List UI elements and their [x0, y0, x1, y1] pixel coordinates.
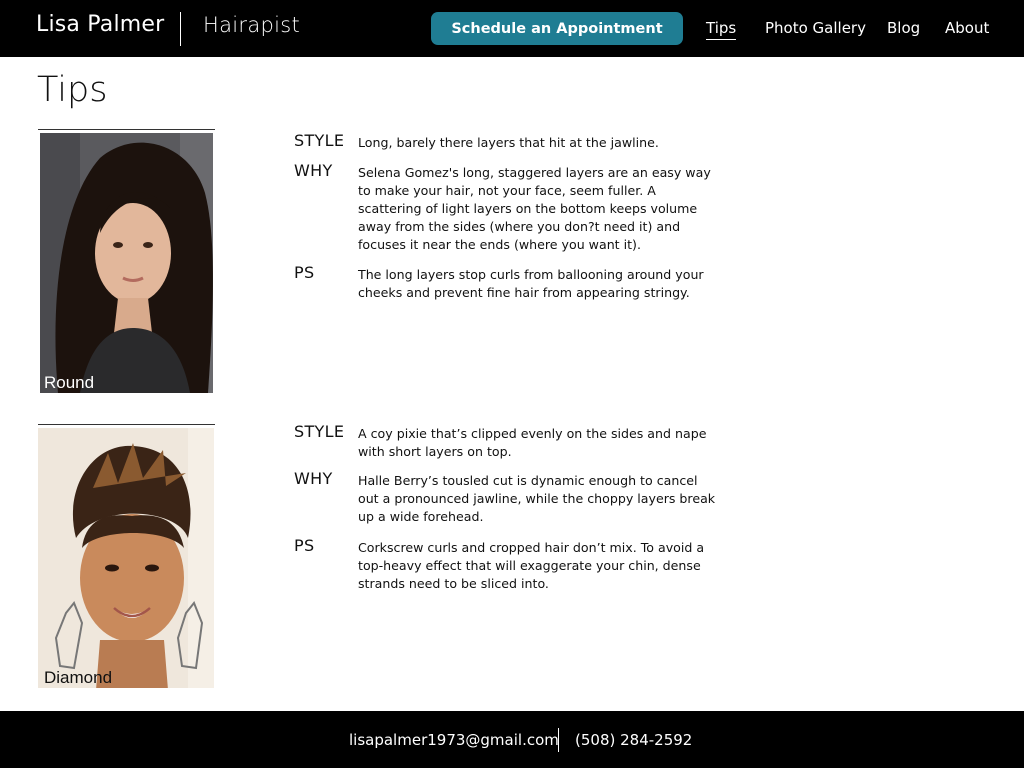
tip-text: The long layers stop curls from ballooni…: [358, 267, 704, 300]
face-shape-label: Diamond: [44, 668, 113, 687]
tip-key: STYLE: [294, 131, 345, 150]
portrait-image: [38, 428, 214, 688]
site-header: Lisa Palmer Hairapist Schedule an Appoin…: [0, 0, 1024, 57]
site-footer: lisapalmer1973@gmail.com (508) 284-2592: [0, 711, 1024, 768]
tip-text: Long, barely there layers that hit at th…: [358, 135, 659, 150]
tip-key: PS: [294, 263, 315, 282]
portrait-image: [40, 133, 213, 393]
footer-phone[interactable]: (508) 284-2592: [575, 731, 692, 749]
footer-divider: [558, 728, 559, 752]
tip-key: STYLE: [294, 422, 345, 441]
tip-text: Halle Berry’s tousled cut is dynamic eno…: [358, 473, 716, 524]
face-shape-label: Round: [44, 373, 95, 392]
tip-key: WHY: [294, 469, 333, 488]
brand-divider: [180, 12, 181, 46]
footer-email-link[interactable]: lisapalmer1973@gmail.com: [349, 731, 559, 749]
nav-item-tips[interactable]: Tips: [706, 19, 737, 40]
schedule-appointment-button[interactable]: Schedule an Appointment: [431, 12, 683, 45]
tip-key: WHY: [294, 161, 333, 180]
nav-item-photo-gallery[interactable]: Photo Gallery: [765, 19, 866, 37]
nav-item-blog[interactable]: Blog: [887, 19, 920, 37]
tip-photo-round: Round: [38, 129, 215, 395]
tip-text: Corkscrew curls and cropped hair don’t m…: [358, 540, 705, 591]
brand-name[interactable]: Lisa Palmer: [36, 12, 164, 37]
tip-text: A coy pixie that’s clipped evenly on the…: [358, 426, 707, 459]
page-title: Tips: [37, 70, 108, 110]
tip-text: Selena Gomez's long, staggered layers ar…: [358, 165, 711, 252]
brand-subtitle: Hairapist: [203, 13, 301, 37]
tip-key: PS: [294, 536, 315, 555]
nav-item-about[interactable]: About: [945, 19, 989, 37]
tip-photo-diamond: Diamond: [38, 424, 215, 690]
